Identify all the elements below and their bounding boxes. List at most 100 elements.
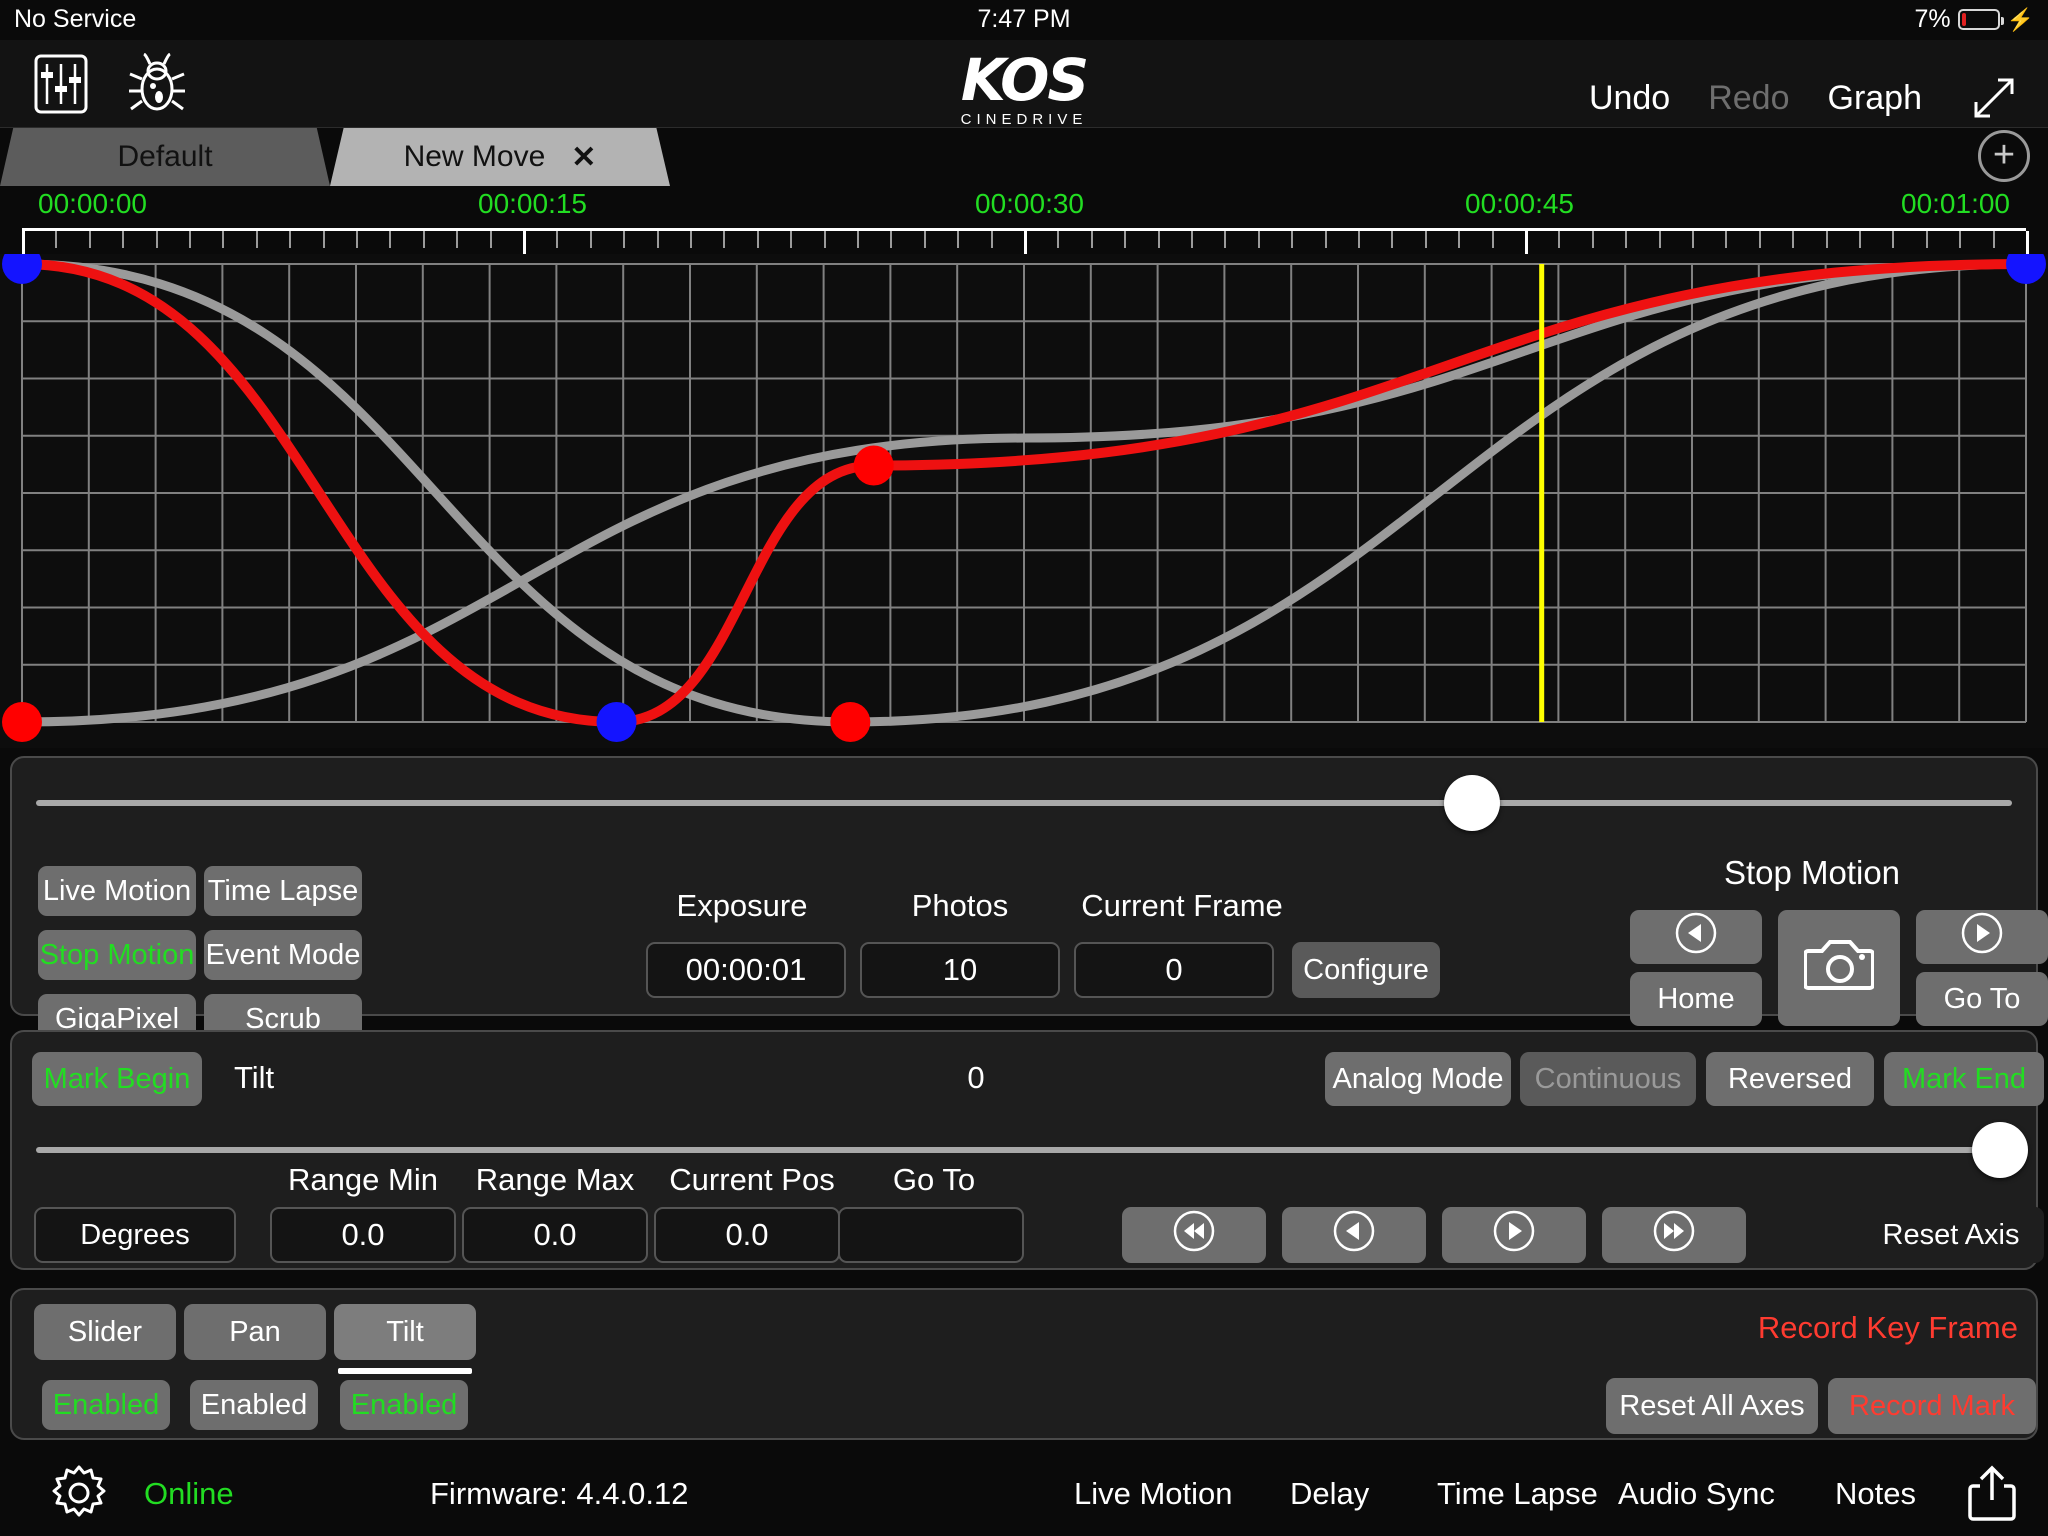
close-icon[interactable]: ✕ — [571, 140, 596, 175]
stop-motion-home-button[interactable]: Home — [1630, 972, 1762, 1026]
ruler-tick — [1792, 231, 1795, 248]
gear-icon[interactable] — [48, 1462, 110, 1529]
axis-tab-tilt[interactable]: Tilt — [334, 1304, 476, 1360]
button-label: Reset All Axes — [1619, 1389, 1805, 1422]
axis-tab-slider[interactable]: Slider — [34, 1304, 176, 1360]
range-min-field[interactable]: 0.0 — [270, 1207, 456, 1263]
stop-motion-prev-button[interactable] — [1630, 910, 1762, 964]
goto-field[interactable] — [838, 1207, 1024, 1263]
units-button[interactable]: Degrees — [34, 1207, 236, 1263]
analog-mode-button[interactable]: Analog Mode — [1325, 1052, 1511, 1106]
button-label: Configure — [1303, 953, 1429, 986]
exposure-label: Exposure — [676, 888, 808, 923]
mark-begin-button[interactable]: Mark Begin — [32, 1052, 202, 1106]
axes-selection-panel: Slider Pan Tilt Enabled Enabled Enabled … — [10, 1288, 2038, 1440]
graph-keyframe-dot[interactable] — [853, 445, 894, 486]
ruler-tick — [556, 231, 559, 248]
button-label: Home — [1657, 982, 1735, 1015]
timecode-4: 00:01:00 — [1901, 188, 2010, 219]
bottom-link-notes[interactable]: Notes — [1835, 1476, 1916, 1512]
record-key-frame-button[interactable]: Record Key Frame — [1758, 1310, 2018, 1346]
clock-label: 7:47 PM — [977, 5, 1071, 33]
graph-keyframe-dot[interactable] — [2, 702, 42, 742]
add-move-button[interactable]: + — [1978, 130, 2030, 182]
current-frame-field[interactable]: 0 — [1074, 942, 1274, 998]
ruler-tick — [623, 231, 626, 248]
graph-button[interactable]: Graph — [1828, 79, 1923, 118]
graph-keyframe-dot[interactable] — [2006, 254, 2046, 284]
reset-axis-button[interactable]: Reset Axis — [1858, 1207, 2044, 1263]
battery-percent-label: 7% — [1914, 5, 1951, 33]
axis-enabled-pan[interactable]: Enabled — [190, 1380, 318, 1430]
axis-enabled-slider[interactable]: Enabled — [42, 1380, 170, 1430]
ios-status-bar: No Service 7:47 PM 7% ⚡ — [0, 0, 2048, 40]
ruler-tick — [1825, 231, 1828, 248]
transport-rewind-button[interactable] — [1122, 1207, 1266, 1263]
ruler-tick — [790, 231, 793, 248]
lightning-bolt-icon: ⚡ — [2006, 6, 2034, 32]
tab-default[interactable]: Default — [0, 128, 330, 186]
record-mark-button[interactable]: Record Mark — [1828, 1378, 2036, 1434]
current-pos-field[interactable]: 0.0 — [654, 1207, 840, 1263]
transport-step-back-button[interactable] — [1282, 1207, 1426, 1263]
motion-graph[interactable] — [0, 254, 2048, 748]
bottom-status-bar: Online Firmware: 4.4.0.12 Live Motion De… — [0, 1450, 2048, 1536]
reset-all-axes-button[interactable]: Reset All Axes — [1606, 1378, 1818, 1434]
timeline-ruler[interactable] — [22, 228, 2029, 257]
ruler-tick — [957, 231, 960, 248]
stop-motion-capture-button[interactable] — [1778, 910, 1900, 1026]
ruler-tick — [1859, 231, 1861, 248]
axis-value-label: 0 — [967, 1060, 985, 1095]
bottom-link-delay[interactable]: Delay — [1290, 1476, 1369, 1512]
axis-enabled-tilt[interactable]: Enabled — [340, 1380, 468, 1430]
graph-keyframe-dot[interactable] — [2, 254, 42, 284]
ruler-tick — [1692, 231, 1694, 248]
stop-motion-next-button[interactable] — [1916, 910, 2048, 964]
bottom-link-live-motion[interactable]: Live Motion — [1074, 1476, 1233, 1512]
tab-new-move[interactable]: New Move ✕ — [330, 128, 670, 186]
graph-keyframe-dot[interactable] — [596, 702, 637, 742]
tab-label: Default — [117, 140, 213, 173]
photos-field[interactable]: 10 — [860, 942, 1060, 998]
camera-icon — [1803, 935, 1875, 1001]
tab-label: New Move — [403, 140, 546, 173]
stop-motion-goto-button[interactable]: Go To — [1916, 972, 2048, 1026]
bottom-link-time-lapse[interactable]: Time Lapse — [1437, 1476, 1598, 1512]
axis-tab-pan[interactable]: Pan — [184, 1304, 326, 1360]
axis-position-track[interactable] — [36, 1147, 2012, 1153]
mode-time-lapse[interactable]: Time Lapse — [204, 866, 362, 916]
expand-arrows-icon[interactable] — [1966, 70, 2022, 126]
range-min-label: Range Min — [288, 1162, 438, 1197]
redo-button[interactable]: Redo — [1708, 79, 1789, 118]
timeline-scrub-track[interactable] — [36, 800, 2012, 806]
mark-end-button[interactable]: Mark End — [1884, 1052, 2044, 1106]
mode-event-mode[interactable]: Event Mode — [204, 930, 362, 980]
ruler-tick — [656, 231, 659, 248]
sliders-icon[interactable] — [30, 52, 92, 116]
play-icon — [1492, 1209, 1536, 1261]
ruler-tick — [756, 231, 759, 248]
mode-live-motion[interactable]: Live Motion — [38, 866, 196, 916]
exposure-field[interactable]: 00:00:01 — [646, 942, 846, 998]
range-max-field[interactable]: 0.0 — [462, 1207, 648, 1263]
ruler-tick — [890, 231, 893, 248]
transport-fast-forward-button[interactable] — [1602, 1207, 1746, 1263]
graph-keyframe-dot[interactable] — [830, 702, 871, 742]
ruler-tick — [1191, 231, 1193, 248]
ruler-tick — [690, 231, 692, 248]
share-icon[interactable] — [1966, 1464, 2018, 1527]
timecode-3: 00:00:45 — [1465, 188, 1574, 219]
ruler-tick — [1558, 231, 1561, 248]
bottom-link-audio-sync[interactable]: Audio Sync — [1618, 1476, 1775, 1512]
transport-play-button[interactable] — [1442, 1207, 1586, 1263]
button-label: Reset Axis — [1882, 1218, 2020, 1251]
undo-button[interactable]: Undo — [1589, 79, 1670, 118]
configure-button[interactable]: Configure — [1292, 942, 1440, 998]
mode-stop-motion[interactable]: Stop Motion — [38, 930, 196, 980]
continuous-button[interactable]: Continuous — [1520, 1052, 1696, 1106]
bug-icon[interactable] — [126, 52, 188, 116]
reversed-button[interactable]: Reversed — [1706, 1052, 1874, 1106]
timeline-scrub-knob[interactable] — [1444, 775, 1500, 831]
goto-label: Go To — [892, 1162, 976, 1197]
axis-position-knob[interactable] — [1972, 1122, 2028, 1178]
